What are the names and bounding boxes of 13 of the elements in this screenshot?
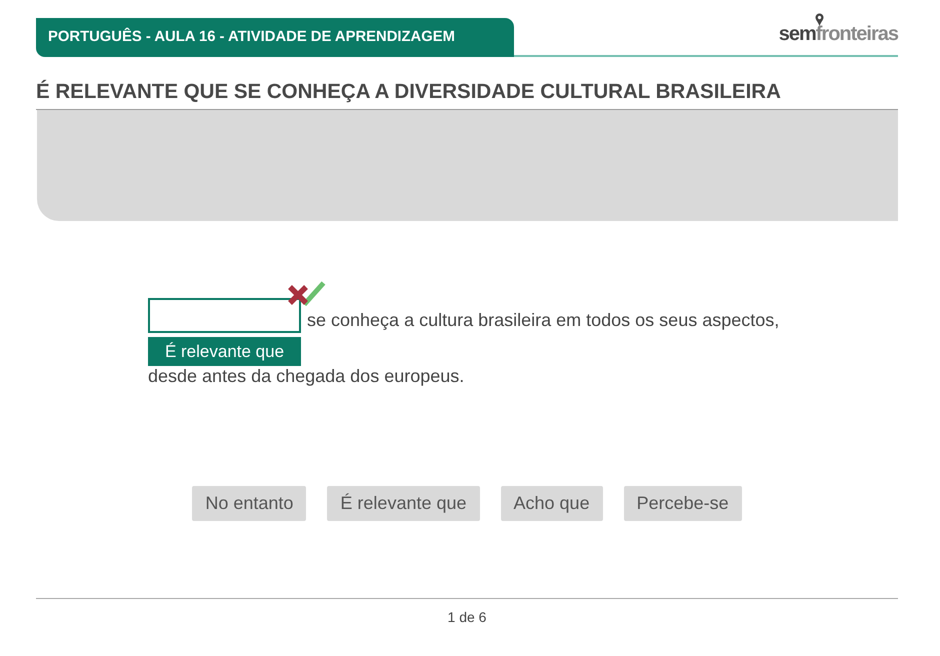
answer-chip[interactable]: É relevante que (148, 337, 301, 366)
logo-text: semfronteiras (778, 24, 898, 44)
option-button[interactable]: No entanto (192, 486, 306, 521)
option-button[interactable]: É relevante que (327, 486, 480, 521)
sentence-text: desde antes da chegada dos europeus. (148, 366, 466, 387)
page-counter: 1 de 6 (448, 609, 486, 625)
cross-icon (288, 285, 308, 305)
option-button[interactable]: Percebe-se (624, 486, 742, 521)
option-button[interactable]: Acho que (500, 486, 603, 521)
answer-field[interactable] (148, 298, 301, 333)
lesson-title-bar: PORTUGUÊS - AULA 16 - ATIVIDADE DE APRENDIZAGEM (36, 18, 514, 57)
map-pin-icon (814, 13, 824, 26)
sentence-text: se conheça a cultura brasileira em todos os seus aspectos, (307, 310, 780, 332)
